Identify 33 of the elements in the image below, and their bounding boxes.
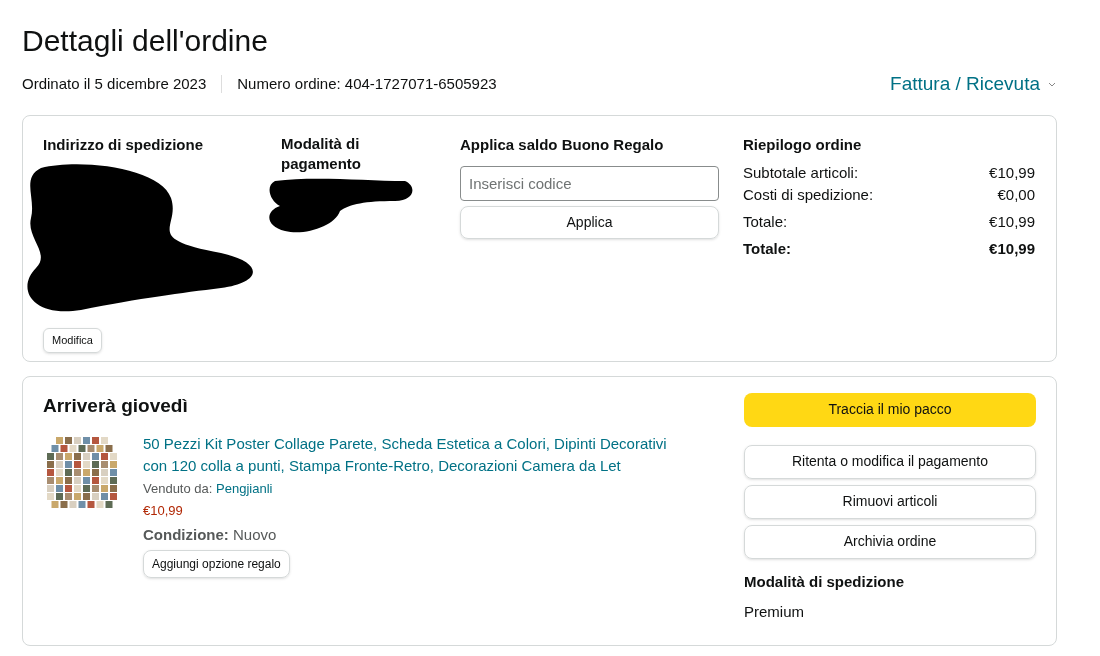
action-button[interactable]: Rimuovi articoli xyxy=(744,484,1036,519)
summary-label: Totale: xyxy=(743,212,788,232)
product-title-link[interactable]: 50 Pezzi Kit Poster Collage Parete, Scheda Estetica a Colori, Dipinti Decorativi con 120 colla a punti, Stampa Fronte-Retro, Decorazioni Camera da Let xyxy=(143,432,683,478)
action-button[interactable]: Archivia ordine xyxy=(744,524,1036,559)
section-heading: Riepilogo ordine xyxy=(743,134,863,155)
shipping-method: Premium xyxy=(744,602,805,622)
edit-button[interactable]: Modifica xyxy=(43,328,102,353)
gift-code-field[interactable]: Inserisci codice xyxy=(460,166,719,201)
order-date: Ordinato il 5 dicembre 2023 xyxy=(22,74,207,94)
summary-value: €10,99 xyxy=(989,212,1035,232)
track-package-button[interactable]: Traccia il mio pacco xyxy=(744,392,1036,427)
invoice-link[interactable]: Fattura / Ricevuta xyxy=(890,70,1056,99)
product-price: €10,99 xyxy=(143,502,184,520)
section-heading: Modalità di pagamento xyxy=(281,133,362,174)
apply-button[interactable]: Applica xyxy=(460,206,719,239)
page-title: Dettagli dell'ordine xyxy=(22,23,269,59)
section-heading: Applica saldo Buono Regalo xyxy=(460,134,665,155)
summary-value: €0,00 xyxy=(997,185,1035,205)
summary-value: €10,99 xyxy=(989,163,1035,183)
summary-label: Subtotale articoli: xyxy=(743,163,859,183)
shipment-heading: Arriverà giovedì xyxy=(43,393,189,418)
section-heading: Modalità di spedizione xyxy=(744,571,905,592)
order-number: Numero ordine: 404-1727071-6505923 xyxy=(237,74,497,94)
summary-label: Costi di spedizione: xyxy=(743,185,874,205)
summary-label: Totale: xyxy=(743,239,792,259)
seller-link[interactable]: Pengjianli xyxy=(216,480,273,496)
condition-line: Condizione: Nuovo xyxy=(143,524,278,545)
gift-option-button[interactable]: Aggiungi opzione regalo xyxy=(143,550,290,578)
caret-icon xyxy=(1048,81,1056,87)
summary-value: €10,99 xyxy=(989,239,1035,259)
seller-line: Venduto da: Pengjianli xyxy=(143,479,274,498)
section-heading: Indirizzo di spedizione xyxy=(43,134,204,155)
action-button[interactable]: Ritenta o modifica il pagamento xyxy=(744,444,1036,479)
